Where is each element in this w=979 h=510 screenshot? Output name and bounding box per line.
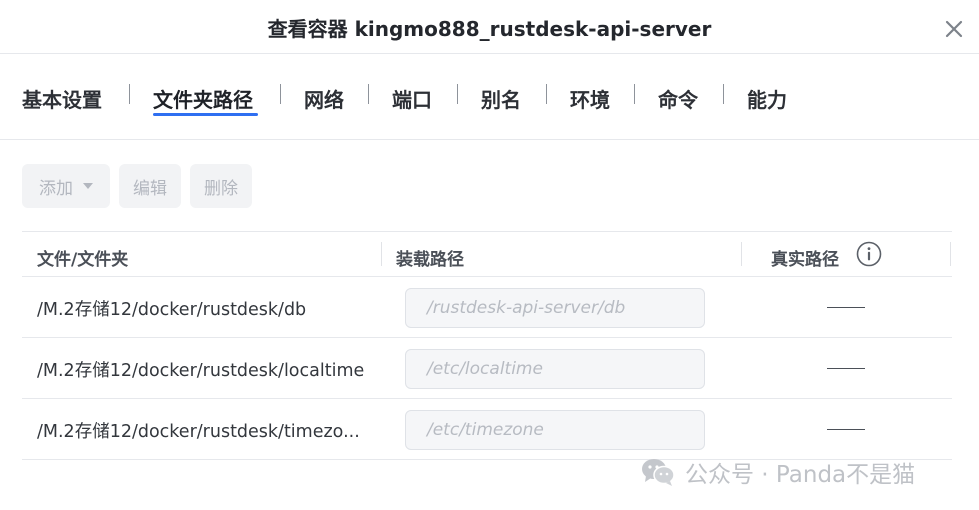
tab-divider (457, 84, 458, 104)
add-button-label: 添加 (39, 178, 73, 199)
mount-path-field[interactable]: /etc/localtime (405, 349, 705, 389)
tab-divider (368, 84, 369, 104)
table-row[interactable]: /M.2存储12/docker/rustdesk/db /rustdesk-ap… (22, 277, 952, 338)
tab-capabilities[interactable]: 能力 (747, 84, 787, 113)
header-mount-path: 装载路径 (396, 250, 464, 270)
tab-divider (634, 84, 635, 104)
file-path: /M.2存储12/docker/rustdesk/timezo... (37, 422, 360, 442)
edit-button-label: 编辑 (133, 178, 167, 199)
close-icon[interactable] (943, 18, 965, 40)
tab-divider (723, 84, 724, 104)
chevron-down-icon (83, 183, 93, 189)
column-divider[interactable] (741, 242, 742, 266)
delete-button-label: 删除 (204, 178, 238, 199)
wechat-icon (642, 459, 675, 486)
column-divider (950, 242, 951, 266)
file-path: /M.2存储12/docker/rustdesk/db (37, 300, 307, 320)
tab-basic-settings[interactable]: 基本设置 (22, 84, 102, 113)
tab-folder-paths[interactable]: 文件夹路径 (153, 84, 253, 113)
tab-divider (546, 84, 547, 104)
mount-path-field[interactable]: /rustdesk-api-server/db (405, 288, 705, 328)
table-header: 文件/文件夹 装载路径 真实路径 (22, 231, 952, 277)
column-divider[interactable] (381, 242, 382, 266)
file-path: /M.2存储12/docker/rustdesk/localtime (37, 361, 365, 381)
real-path-empty (827, 368, 865, 369)
tab-aliases[interactable]: 别名 (481, 84, 521, 113)
real-path-empty (827, 429, 865, 430)
edit-button[interactable]: 编辑 (119, 164, 181, 208)
dialog-header: 查看容器 kingmo888_rustdesk-api-server (0, 0, 979, 54)
watermark-text: 公众号 · Panda不是猫 (685, 462, 916, 488)
tab-divider (280, 84, 281, 104)
tab-divider (129, 84, 130, 104)
tab-ports[interactable]: 端口 (392, 84, 432, 113)
tab-environment[interactable]: 环境 (570, 84, 610, 113)
add-button[interactable]: 添加 (22, 164, 110, 208)
tab-network[interactable]: 网络 (304, 84, 344, 113)
header-real-path: 真实路径 (771, 250, 839, 270)
real-path-empty (827, 307, 865, 308)
dialog-title: 查看容器 kingmo888_rustdesk-api-server (267, 17, 712, 41)
header-file: 文件/文件夹 (37, 250, 129, 270)
mount-path-field[interactable]: /etc/timezone (405, 410, 705, 450)
watermark: 公众号 · Panda不是猫 (641, 455, 915, 489)
table-row[interactable]: /M.2存储12/docker/rustdesk/localtime /etc/… (22, 338, 952, 399)
tab-command[interactable]: 命令 (658, 84, 698, 113)
info-icon[interactable] (856, 241, 882, 267)
table-row[interactable]: /M.2存储12/docker/rustdesk/timezo... /etc/… (22, 399, 952, 460)
delete-button[interactable]: 删除 (190, 164, 252, 208)
active-tab-indicator (153, 113, 258, 116)
